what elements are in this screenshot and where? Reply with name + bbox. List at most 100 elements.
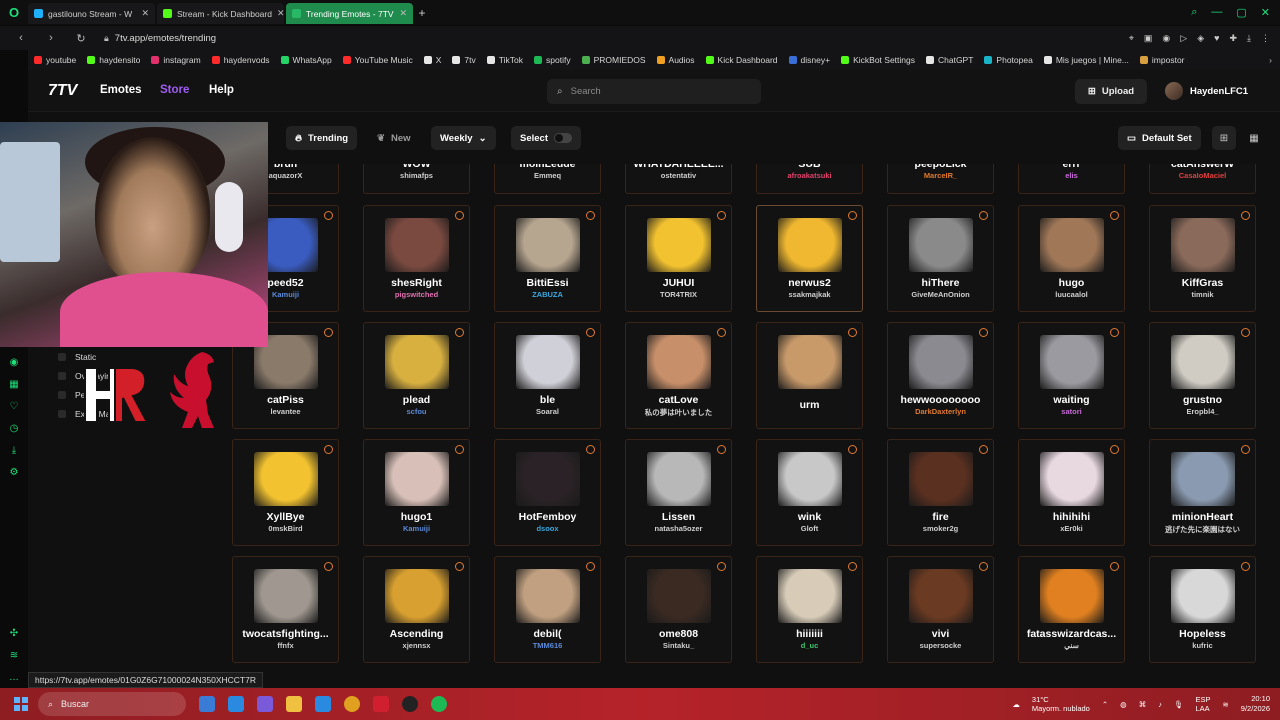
grid-view-icon[interactable]: ⊞ xyxy=(1212,126,1236,150)
emote-card[interactable]: wink Gloft xyxy=(756,439,863,546)
new-tab-button[interactable]: + xyxy=(415,6,429,20)
emote-card[interactable]: hihihihi xEr0ki xyxy=(1018,439,1125,546)
bookmark[interactable]: ChatGPT xyxy=(925,55,973,65)
mic-icon[interactable]: 🎙︎ xyxy=(1174,700,1184,709)
back-icon[interactable]: ‹ xyxy=(12,32,30,44)
bookmark[interactable]: WhatsApp xyxy=(280,55,332,65)
clock[interactable]: 20:10 9/2/2026 xyxy=(1241,694,1270,714)
spotify-icon[interactable] xyxy=(431,696,447,712)
vpn-icon[interactable]: ◈ xyxy=(1197,33,1204,44)
bookmark[interactable]: impostor xyxy=(1139,55,1185,65)
emote-card[interactable]: Lissen natasha5ozer xyxy=(625,439,732,546)
weather-widget[interactable]: 31°C Mayorm. nublado xyxy=(1032,695,1090,713)
file-explorer-icon[interactable] xyxy=(286,696,302,712)
emote-card[interactable]: plead scfou xyxy=(363,322,470,429)
emote-card[interactable]: peepoLick MarceIR_ xyxy=(887,164,994,194)
chevron-up-icon[interactable]: ⌃ xyxy=(1102,700,1108,709)
emote-card[interactable]: hugo1 Kamuiji xyxy=(363,439,470,546)
emote-card[interactable]: catAnswerW CasaIoMaciel xyxy=(1149,164,1256,194)
emote-card[interactable]: hiiiiiii d_uc xyxy=(756,556,863,663)
default-set-button[interactable]: ▭ Default Set xyxy=(1118,126,1201,150)
search-box[interactable]: ⌕ xyxy=(547,79,761,104)
gx-control-icon[interactable]: ◉ xyxy=(8,357,20,369)
bookmark[interactable]: instagram xyxy=(151,55,201,65)
emote-card[interactable]: XyllBye 0mskBird xyxy=(232,439,339,546)
history-icon[interactable]: ◷ xyxy=(8,423,20,435)
windows-start-icon[interactable] xyxy=(14,697,28,711)
emote-card[interactable]: SUB afroakatsuki xyxy=(756,164,863,194)
bookmark[interactable]: spotify xyxy=(534,55,571,65)
heart-icon[interactable]: ♡ xyxy=(8,401,20,413)
filter-checkbox[interactable] xyxy=(58,409,66,418)
chrome-icon[interactable] xyxy=(344,696,360,712)
heart-icon[interactable]: ♥ xyxy=(1214,33,1219,44)
wifi-icon[interactable]: ≋ xyxy=(1223,700,1229,709)
taskbar-search[interactable]: ⌕ Buscar xyxy=(38,692,186,716)
opera-gx-icon[interactable]: O xyxy=(0,0,28,25)
obs-icon[interactable] xyxy=(402,696,418,712)
bookmark[interactable]: PROMIEDOS xyxy=(581,55,646,65)
close-tab-icon[interactable]: ✕ xyxy=(141,8,149,19)
select-toggle[interactable]: Select xyxy=(511,126,581,150)
play-icon[interactable]: ▷ xyxy=(1180,33,1187,44)
upload-button[interactable]: ⊞ Upload xyxy=(1075,79,1147,104)
settings-icon[interactable]: ⚙ xyxy=(8,467,20,479)
bookmark[interactable]: Mis juegos | Mine... xyxy=(1043,55,1129,65)
filter-checkbox[interactable] xyxy=(58,352,66,361)
emote-card[interactable]: HotFemboy dsoox xyxy=(494,439,601,546)
opera-gx-icon[interactable] xyxy=(373,696,389,712)
period-dropdown[interactable]: Weekly ⌄ xyxy=(431,126,496,150)
network-icon[interactable]: ⌘ xyxy=(1139,700,1147,709)
bookmark[interactable]: KickBot Settings xyxy=(841,55,915,65)
emote-card[interactable]: ome808 Sintaku_ xyxy=(625,556,732,663)
emote-card[interactable]: waiting satori xyxy=(1018,322,1125,429)
task-view-icon[interactable] xyxy=(199,696,215,712)
speed-dial-icon[interactable]: ▦ xyxy=(8,379,20,391)
close-tab-icon[interactable]: ✕ xyxy=(277,8,284,19)
bookmark[interactable]: youtube xyxy=(34,55,76,65)
bookmark[interactable]: Audios xyxy=(656,55,695,65)
maximize-icon[interactable]: ▢ xyxy=(1236,6,1246,19)
emote-card[interactable]: ble Soaral xyxy=(494,322,601,429)
bookmark[interactable]: Kick Dashboard xyxy=(705,55,778,65)
nav-store[interactable]: Store xyxy=(160,84,189,96)
emote-card[interactable]: moinLeude Emmeq xyxy=(494,164,601,194)
gx-icon[interactable]: ≋ xyxy=(8,650,20,662)
camera-icon[interactable]: ◉ xyxy=(1162,33,1170,44)
download-icon[interactable]: ⤓ xyxy=(1247,33,1251,44)
discord-icon[interactable]: ✣ xyxy=(8,628,20,640)
extensions-icon[interactable]: ✚ xyxy=(1229,33,1237,44)
store-icon[interactable] xyxy=(315,696,331,712)
screenshot-icon[interactable]: ▣ xyxy=(1144,33,1153,44)
bookmark[interactable]: 7tv xyxy=(452,55,476,65)
widgets-icon[interactable] xyxy=(228,696,244,712)
emote-card[interactable]: minionHeart 逃げた先に楽園はない xyxy=(1149,439,1256,546)
list-view-icon[interactable]: ▦ xyxy=(1242,126,1266,150)
emote-card[interactable]: WHATDAHEEEE... ostentativ xyxy=(625,164,732,194)
reload-icon[interactable]: ↻ xyxy=(72,32,90,45)
more-icon[interactable]: … xyxy=(8,672,20,684)
bookmark[interactable]: disney+ xyxy=(788,55,830,65)
menu-icon[interactable]: ⋮ xyxy=(1261,33,1270,44)
search-input[interactable] xyxy=(570,86,741,97)
bookmark[interactable]: X xyxy=(423,55,441,65)
filter-checkbox[interactable] xyxy=(58,371,66,380)
search-icon[interactable]: ⌕ xyxy=(1191,6,1197,19)
steam-icon[interactable]: ◍ xyxy=(1120,700,1127,709)
emote-card[interactable]: hiThere GiveMeAnOnion xyxy=(887,205,994,312)
emote-card[interactable]: Ascending xjennsx xyxy=(363,556,470,663)
emote-card[interactable]: KiffGras timnik xyxy=(1149,205,1256,312)
emote-card[interactable]: hewwoooooooo DarkDaxterlyn xyxy=(887,322,994,429)
minimize-icon[interactable]: — xyxy=(1211,6,1222,19)
bookmark[interactable]: haydenvods xyxy=(211,55,270,65)
url-field[interactable]: 7tv.app/emotes/trending xyxy=(115,33,216,44)
emote-card[interactable]: BittiEssi ZABUZA xyxy=(494,205,601,312)
tab-trending[interactable]: 🔥︎ Trending xyxy=(286,126,358,150)
browser-tab[interactable]: Trending Emotes - 7TV ✕ xyxy=(286,3,413,24)
emote-card[interactable]: nerwus2 ssakmajkak xyxy=(756,205,863,312)
emote-card[interactable]: fatasswizardcas... ﺳﻨﻲ xyxy=(1018,556,1125,663)
filter-checkbox[interactable] xyxy=(58,390,66,399)
emote-card[interactable]: shesRight pigswitched xyxy=(363,205,470,312)
emote-card[interactable]: fire smoker2g xyxy=(887,439,994,546)
emote-card[interactable]: JUHUI TOR4TRIX xyxy=(625,205,732,312)
